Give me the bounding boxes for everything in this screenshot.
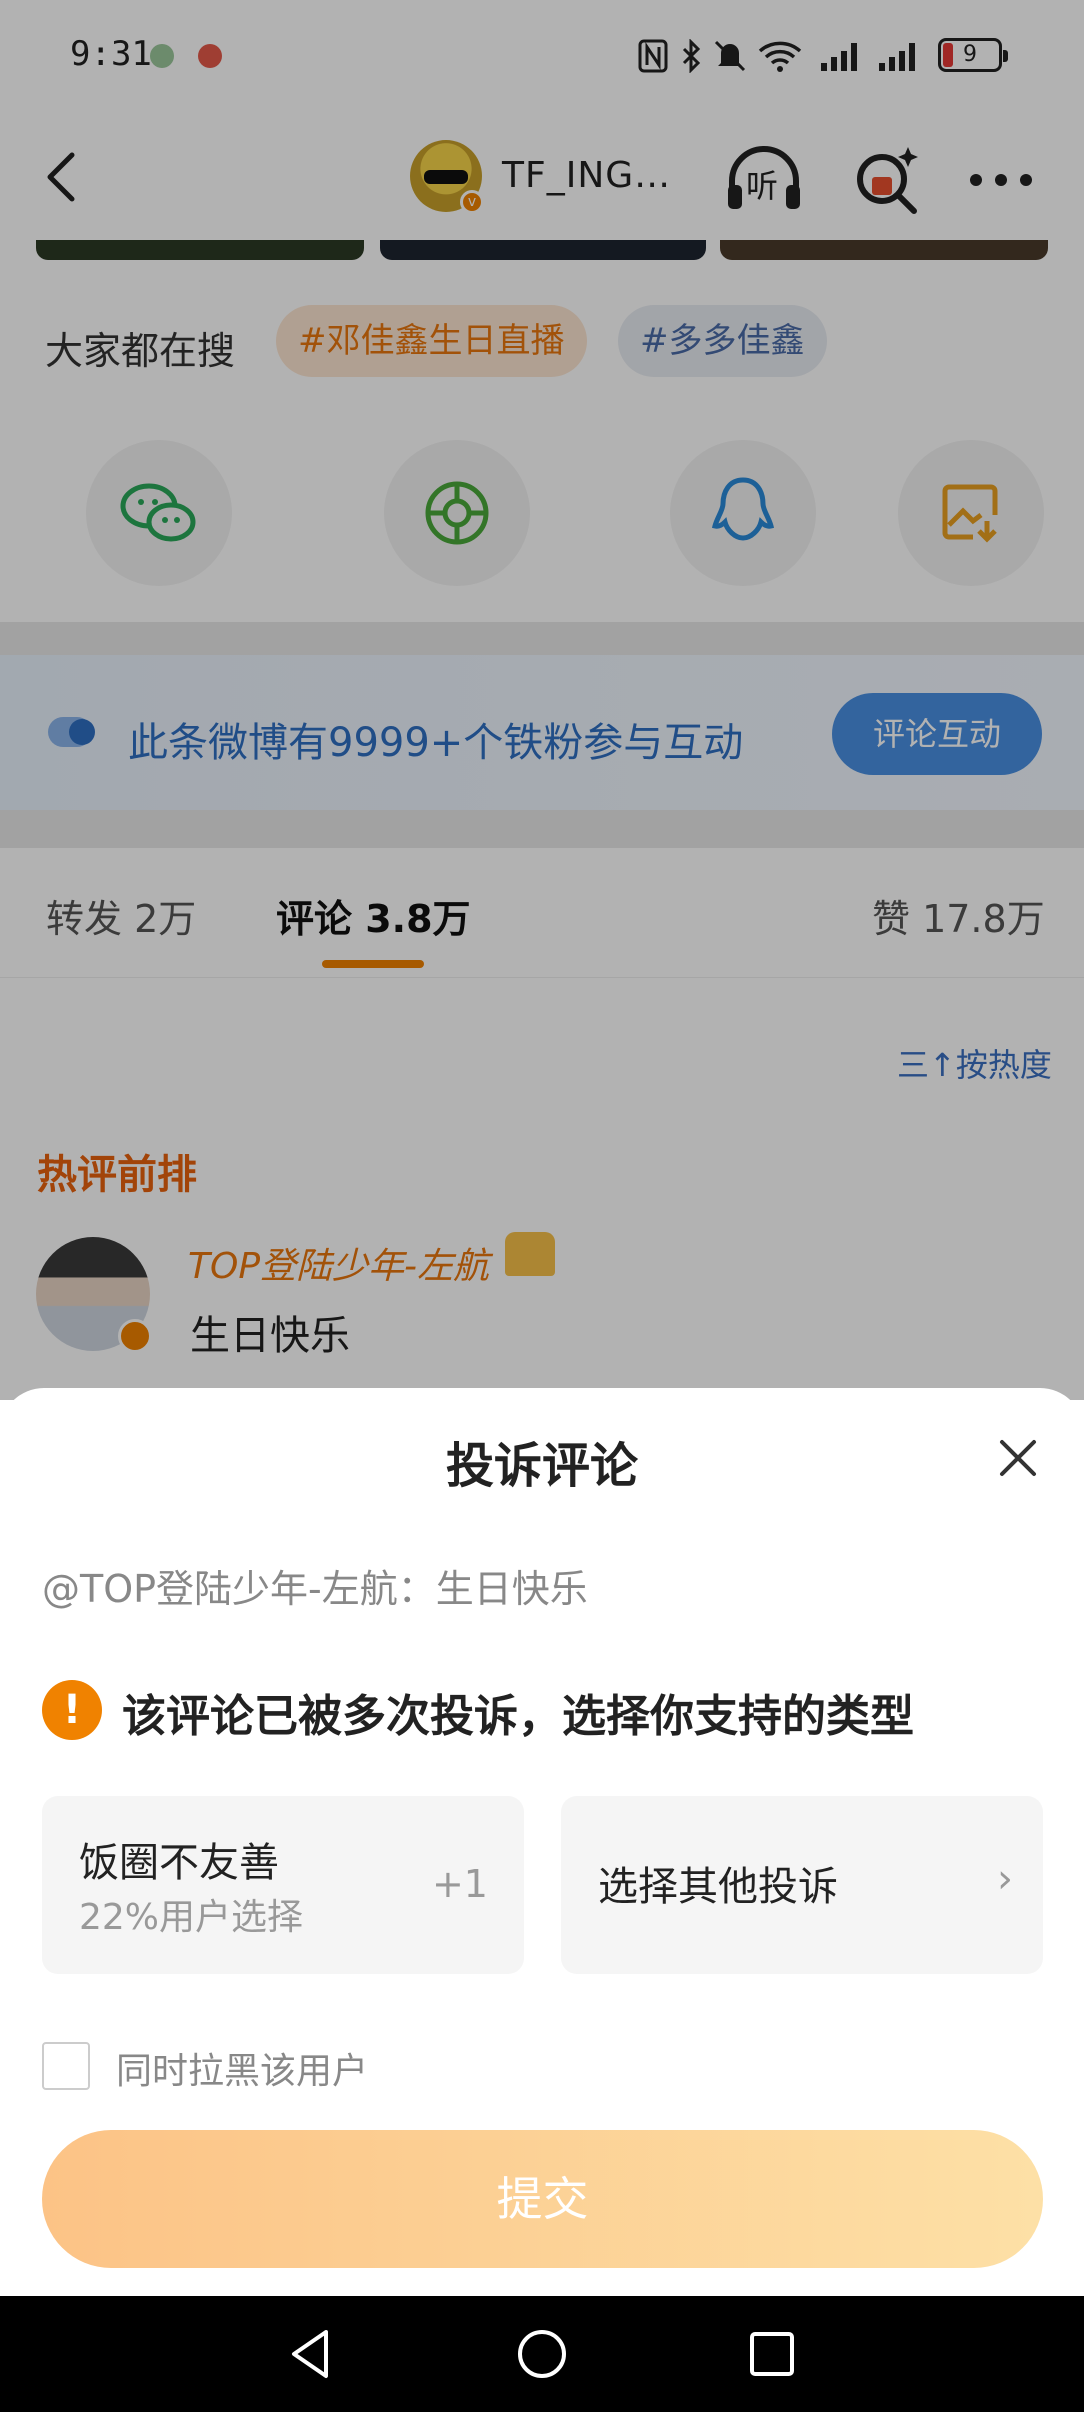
- system-nav-bar: [0, 2296, 1084, 2412]
- option-count: +1: [431, 1862, 488, 1906]
- report-option-other[interactable]: 选择其他投诉 ›: [561, 1796, 1043, 1974]
- block-user-label[interactable]: 同时拉黑该用户: [116, 2042, 368, 2094]
- report-option-fandom-unfriendly[interactable]: 饭圈不友善 22%用户选择 +1: [42, 1796, 524, 1974]
- option-title: 饭圈不友善: [79, 1840, 279, 1886]
- nav-recents-icon[interactable]: [742, 2324, 802, 2384]
- block-user-checkbox[interactable]: [42, 2042, 90, 2090]
- report-comment-sheet: 投诉评论 @TOP登陆少年-左航：生日快乐 ! 该评论已被多次投诉，选择你支持的…: [0, 1388, 1084, 2296]
- reported-comment-quote: @TOP登陆少年-左航：生日快乐: [42, 1567, 588, 1611]
- nav-back-icon[interactable]: [282, 2324, 342, 2384]
- warning-icon: !: [42, 1680, 102, 1740]
- warning-text: 该评论已被多次投诉，选择你支持的类型: [122, 1691, 914, 1742]
- modal-overlay[interactable]: [0, 0, 1084, 1400]
- chevron-right-icon: ›: [997, 1856, 1013, 1902]
- submit-button[interactable]: 提交: [42, 2130, 1043, 2268]
- close-icon[interactable]: [994, 1434, 1042, 1482]
- nav-home-icon[interactable]: [512, 2324, 572, 2384]
- sheet-title: 投诉评论: [445, 1438, 638, 1494]
- option-title: 选择其他投诉: [598, 1864, 838, 1910]
- option-subtitle: 22%用户选择: [79, 1897, 304, 1938]
